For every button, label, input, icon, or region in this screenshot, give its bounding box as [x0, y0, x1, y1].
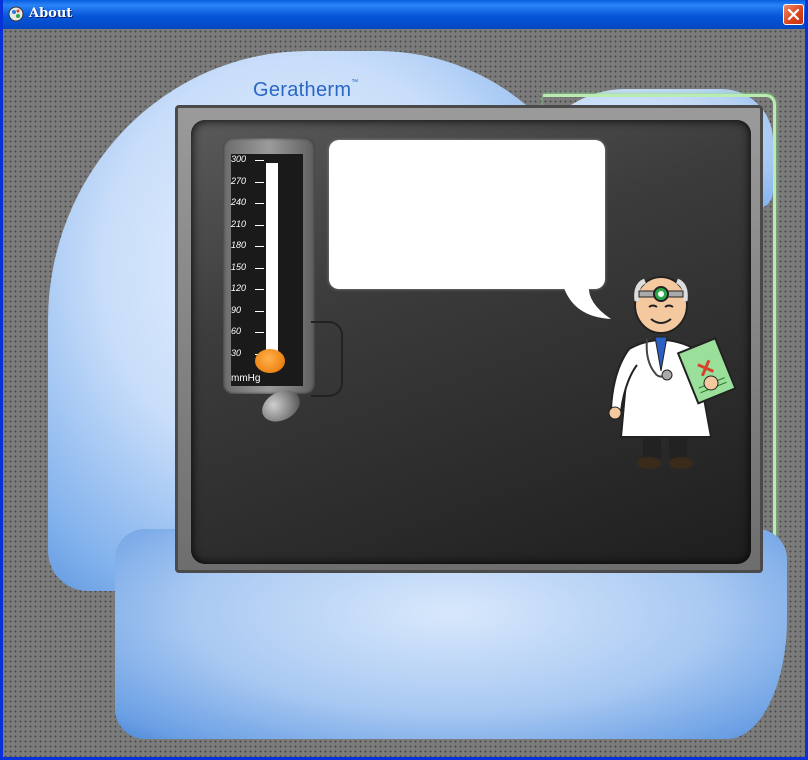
tick-label: 270 [231, 176, 265, 186]
tick-label: 180 [231, 240, 265, 250]
title-bar[interactable]: About [3, 0, 805, 29]
tick-label: 300 [231, 154, 265, 164]
tick-label: 90 [231, 305, 265, 315]
tick-label: 60 [231, 326, 265, 336]
gauge-scale: 300 270 240 210 180 150 120 90 60 30 mmH… [231, 154, 303, 386]
tick-label: 240 [231, 197, 265, 207]
speech-bubble [329, 140, 605, 289]
gauge-hose [311, 321, 343, 397]
doctor-illustration [608, 276, 737, 469]
mercury-column [266, 163, 278, 368]
about-window: About Geratherm™ 300 270 240 210 180 150 [0, 0, 808, 760]
window-title: About [29, 6, 73, 21]
sphygmomanometer-gauge: 300 270 240 210 180 150 120 90 60 30 mmH… [223, 138, 315, 394]
mercury-bulb [255, 349, 285, 373]
trademark-mark: ™ [351, 79, 359, 86]
geratherm-logo: Geratherm™ [253, 79, 359, 102]
app-icon [8, 6, 24, 22]
logo-text: Geratherm [253, 79, 352, 101]
close-button[interactable] [783, 4, 804, 25]
close-icon [787, 8, 800, 21]
tick-label: 210 [231, 219, 265, 229]
tick-label: 150 [231, 262, 265, 272]
gauge-unit: mmHg [231, 373, 261, 384]
about-content: Geratherm™ 300 270 240 210 180 150 120 9… [3, 29, 805, 757]
tick-label: 120 [231, 283, 265, 293]
